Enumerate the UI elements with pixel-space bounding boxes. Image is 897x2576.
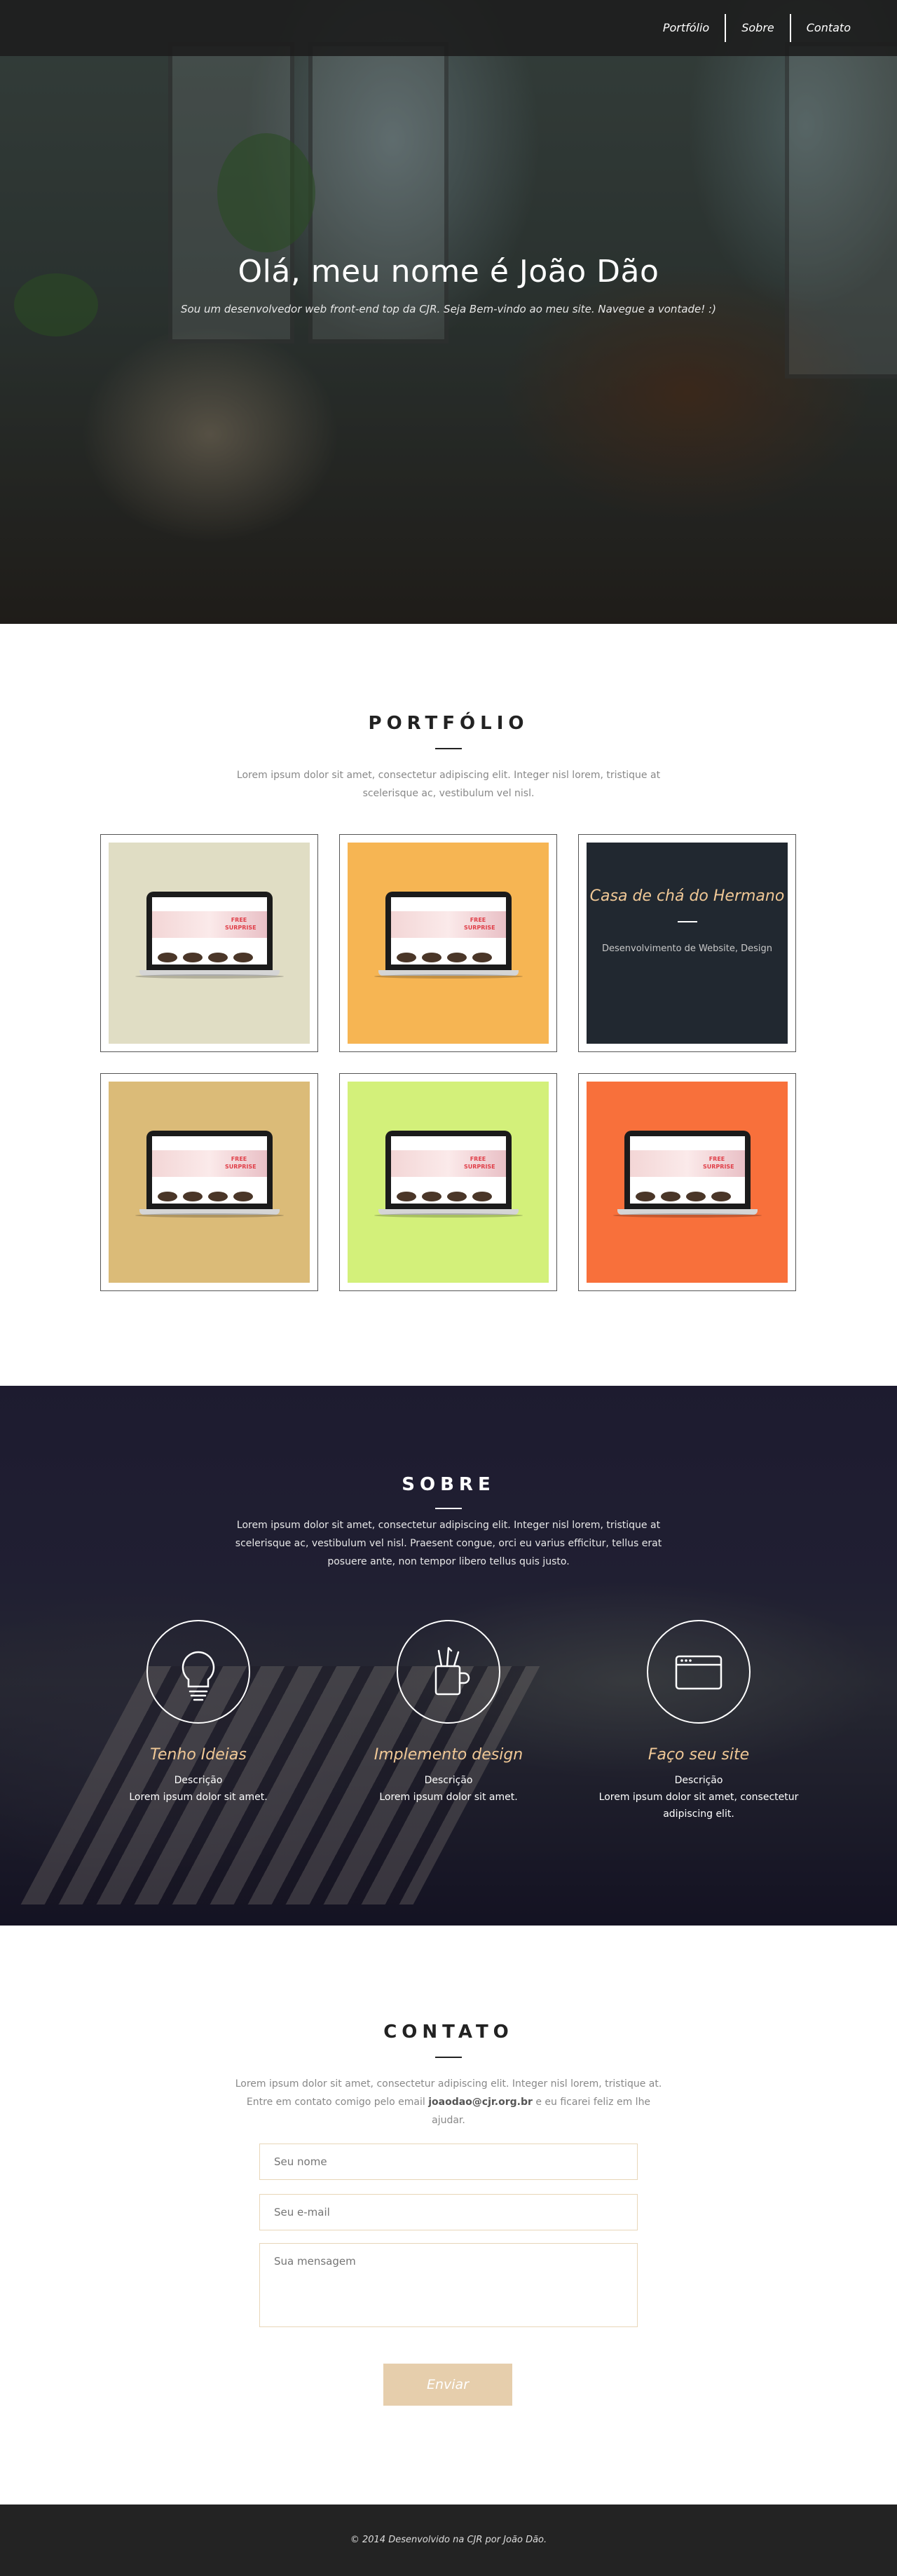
feature-desc: Lorem ipsum dolor sit amet, consectetur … xyxy=(598,1792,799,1820)
feature-title: Implemento design xyxy=(374,1746,523,1764)
feature-ideias: Tenho Ideias Descrição Lorem ipsum dolor… xyxy=(90,1620,307,1806)
feature-label: Descrição xyxy=(424,1775,473,1786)
laptop-mockup: FREE SURPRISE xyxy=(374,892,523,998)
lightbulb-icon xyxy=(146,1620,250,1724)
portfolio-thumb: FREE SURPRISE xyxy=(109,1082,310,1283)
feature-site: Faço seu site Descrição Lorem ipsum dolo… xyxy=(590,1620,807,1822)
footer: © 2014 Desenvolvido na CJR por João Dão. xyxy=(0,2505,897,2576)
top-navbar: Portfólio Sobre Contato xyxy=(0,0,897,56)
feature-label: Descrição xyxy=(674,1775,723,1786)
portfolio-item[interactable]: FREE SURPRISE xyxy=(339,834,557,1052)
message-field[interactable] xyxy=(259,2243,638,2327)
feature-title: Faço seu site xyxy=(648,1746,750,1764)
laptop-mockup: FREE SURPRISE xyxy=(135,892,284,998)
portfolio-item[interactable]: FREE SURPRISE xyxy=(100,834,318,1052)
hero-subtitle: Sou um desenvolvedor web front-end top d… xyxy=(181,303,716,315)
portfolio-item-desc: Desenvolvimento de Website, Design xyxy=(601,943,773,954)
portfolio-item[interactable]: FREE SURPRISE xyxy=(339,1073,557,1291)
feature-title: Tenho Ideias xyxy=(150,1746,247,1764)
send-button[interactable]: Enviar xyxy=(383,2364,512,2406)
title-divider xyxy=(435,2057,462,2058)
nav-link-sobre[interactable]: Sobre xyxy=(725,14,790,42)
browser-window-icon xyxy=(647,1620,751,1724)
portfolio-thumb: FREE SURPRISE xyxy=(587,1082,788,1283)
email-field[interactable] xyxy=(259,2194,638,2230)
portfolio-thumb: FREE SURPRISE xyxy=(348,843,549,1044)
contato-title: CONTATO xyxy=(383,2022,514,2043)
portfolio-lead: Lorem ipsum dolor sit amet, consectetur … xyxy=(236,770,661,799)
nav-link-portfolio[interactable]: Portfólio xyxy=(648,14,725,42)
title-divider xyxy=(435,748,462,749)
portfolio-item[interactable]: FREE SURPRISE xyxy=(100,1073,318,1291)
hero-title: Olá, meu nome é João Dão xyxy=(238,254,659,289)
sobre-title: SOBRE xyxy=(402,1474,495,1495)
contato-lead: Lorem ipsum dolor sit amet, consectetur … xyxy=(235,2078,662,2126)
contact-email[interactable]: joaodao@cjr.org.br xyxy=(428,2097,533,2108)
title-divider xyxy=(435,1508,462,1509)
laptop-mockup: FREE SURPRISE xyxy=(135,1131,284,1237)
laptop-mockup: FREE SURPRISE xyxy=(613,1131,762,1237)
portfolio-thumb: FREE SURPRISE xyxy=(109,843,310,1044)
design-tools-icon xyxy=(397,1620,500,1724)
hero-section: Olá, meu nome é João Dão Sou um desenvol… xyxy=(0,0,897,624)
portfolio-item[interactable]: FREE SURPRISE xyxy=(578,1073,796,1291)
feature-desc: Lorem ipsum dolor sit amet. xyxy=(379,1792,518,1803)
feature-desc: Lorem ipsum dolor sit amet. xyxy=(129,1792,268,1803)
footer-text: © 2014 Desenvolvido na CJR por João Dão. xyxy=(350,2535,547,2545)
portfolio-title: PORTFÓLIO xyxy=(368,713,529,734)
portfolio-thumb: FREE SURPRISE xyxy=(348,1082,549,1283)
nav-link-contato[interactable]: Contato xyxy=(789,14,866,42)
sobre-section: SOBRE Lorem ipsum dolor sit amet, consec… xyxy=(0,1386,897,1926)
sobre-lead: Lorem ipsum dolor sit amet, consectetur … xyxy=(235,1520,662,1567)
portfolio-item-hovered[interactable]: Casa de chá do Hermano Desenvolvimento d… xyxy=(578,834,796,1052)
nav-menu: Portfólio Sobre Contato xyxy=(648,14,866,42)
portfolio-overlay: Casa de chá do Hermano Desenvolvimento d… xyxy=(587,843,788,1044)
feature-design: Implemento design Descrição Lorem ipsum … xyxy=(340,1620,557,1806)
name-field[interactable] xyxy=(259,2144,638,2180)
laptop-mockup: FREE SURPRISE xyxy=(374,1131,523,1237)
feature-label: Descrição xyxy=(174,1775,223,1786)
portfolio-item-title: Casa de chá do Hermano xyxy=(589,887,785,905)
